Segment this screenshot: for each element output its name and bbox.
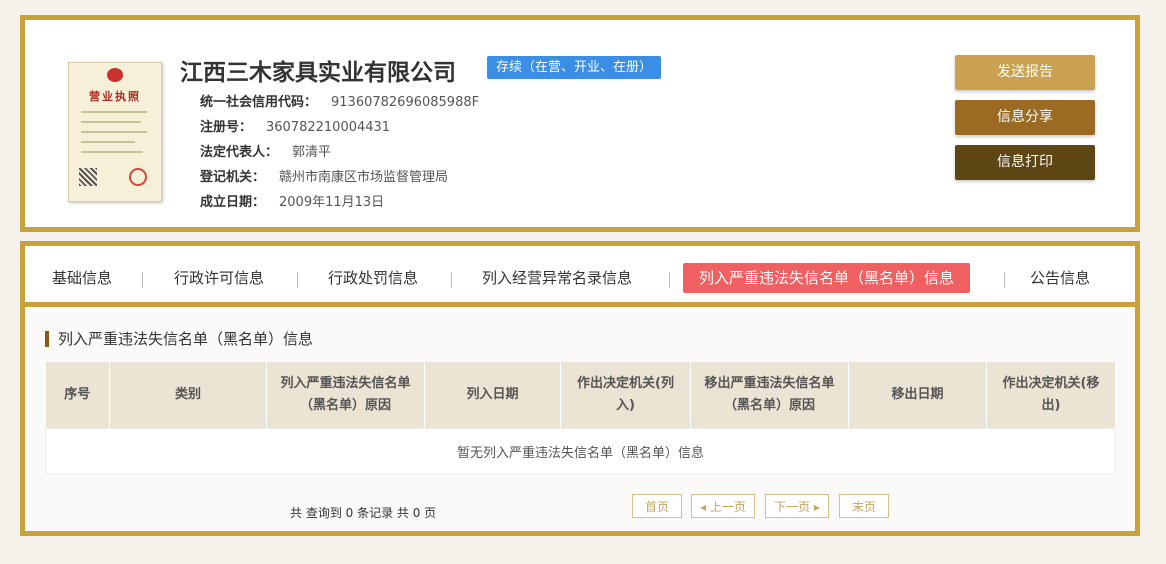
qr-code-icon: [79, 168, 97, 186]
prev-page-label: 上一页: [709, 500, 746, 514]
legal-rep-row: 法定代表人： 郭清平: [200, 141, 331, 160]
column-header-index: 序号: [45, 362, 110, 429]
tab-announcements[interactable]: 公告信息: [1030, 267, 1090, 288]
print-button[interactable]: 信息打印: [955, 145, 1095, 180]
credit-code-label: 统一社会信用代码：: [200, 95, 318, 110]
first-page-button[interactable]: 首页: [632, 494, 682, 518]
tab-basic-info[interactable]: 基础信息: [52, 267, 112, 288]
empty-message: 暂无列入严重违法失信名单（黑名单）信息: [45, 428, 1116, 475]
credit-code-row: 统一社会信用代码： 91360782696085988F: [200, 91, 479, 110]
prev-page-button[interactable]: ◂ 上一页: [691, 494, 755, 518]
reg-authority-label: 登记机关：: [200, 170, 266, 185]
table-row: 暂无列入严重违法失信名单（黑名单）信息: [45, 428, 1116, 475]
column-header-removal-authority: 作出决定机关(移出): [986, 362, 1116, 429]
company-header-card: 营业执照 江西三木家具实业有限公司 存续（在营、开业、在册） 统一社会信用代码：…: [20, 15, 1140, 232]
reg-authority-row: 登记机关： 赣州市南康区市场监督管理局: [200, 166, 448, 185]
founding-date-value: 2009年11月13日: [279, 195, 385, 210]
content-card: 基础信息 行政许可信息 行政处罚信息 列入经营异常名录信息 列入严重违法失信名单…: [20, 241, 1140, 536]
tab-blacklist[interactable]: 列入严重违法失信名单（黑名单）信息: [683, 263, 971, 293]
column-header-list-date: 列入日期: [424, 362, 561, 429]
reg-number-value: 360782210004431: [266, 120, 391, 135]
send-report-button[interactable]: 发送报告: [955, 55, 1095, 90]
reg-authority-value: 赣州市南康区市场监督管理局: [279, 170, 449, 185]
company-name: 江西三木家具实业有限公司: [180, 60, 456, 86]
reg-number-label: 注册号：: [200, 120, 253, 135]
business-license-image: 营业执照: [68, 62, 162, 202]
founding-date-label: 成立日期：: [200, 195, 266, 210]
next-page-button[interactable]: 下一页 ▸: [765, 494, 829, 518]
tab-admin-penalty[interactable]: 行政处罚信息: [328, 267, 418, 288]
legal-rep-value: 郭清平: [292, 145, 332, 160]
share-button[interactable]: 信息分享: [955, 100, 1095, 135]
chevron-right-icon: ▸: [810, 500, 820, 514]
license-title: 营业执照: [89, 90, 141, 103]
tab-bar: 基础信息 行政许可信息 行政处罚信息 列入经营异常名录信息 列入严重违法失信名单…: [25, 246, 1135, 307]
pager-summary: 共 查询到 0 条记录 共 0 页: [290, 506, 437, 520]
column-header-removal-date: 移出日期: [848, 362, 987, 429]
column-header-removal-reason: 移出严重违法失信名单（黑名单）原因: [690, 362, 849, 429]
founding-date-row: 成立日期： 2009年11月13日: [200, 191, 384, 210]
chevron-left-icon: ◂: [700, 500, 710, 514]
official-seal-icon: [129, 168, 147, 186]
national-emblem-icon: [107, 68, 123, 82]
legal-rep-label: 法定代表人：: [200, 145, 279, 160]
section-title: 列入严重违法失信名单（黑名单）信息: [45, 331, 313, 347]
column-header-list-reason: 列入严重违法失信名单（黑名单）原因: [266, 362, 425, 429]
credit-code-value: 91360782696085988F: [331, 95, 480, 110]
status-badge: 存续（在营、开业、在册）: [487, 56, 662, 79]
tab-abnormal-list[interactable]: 列入经营异常名录信息: [482, 267, 632, 288]
reg-number-row: 注册号： 360782210004431: [200, 116, 390, 135]
blacklist-table: 序号 类别 列入严重违法失信名单（黑名单）原因 列入日期 作出决定机关(列入) …: [45, 362, 1116, 475]
table-header-row: 序号 类别 列入严重违法失信名单（黑名单）原因 列入日期 作出决定机关(列入) …: [45, 362, 1116, 429]
tab-admin-license[interactable]: 行政许可信息: [174, 267, 264, 288]
next-page-label: 下一页: [774, 500, 811, 514]
last-page-button[interactable]: 末页: [839, 494, 889, 518]
column-header-list-authority: 作出决定机关(列入): [560, 362, 691, 429]
column-header-category: 类别: [109, 362, 267, 429]
